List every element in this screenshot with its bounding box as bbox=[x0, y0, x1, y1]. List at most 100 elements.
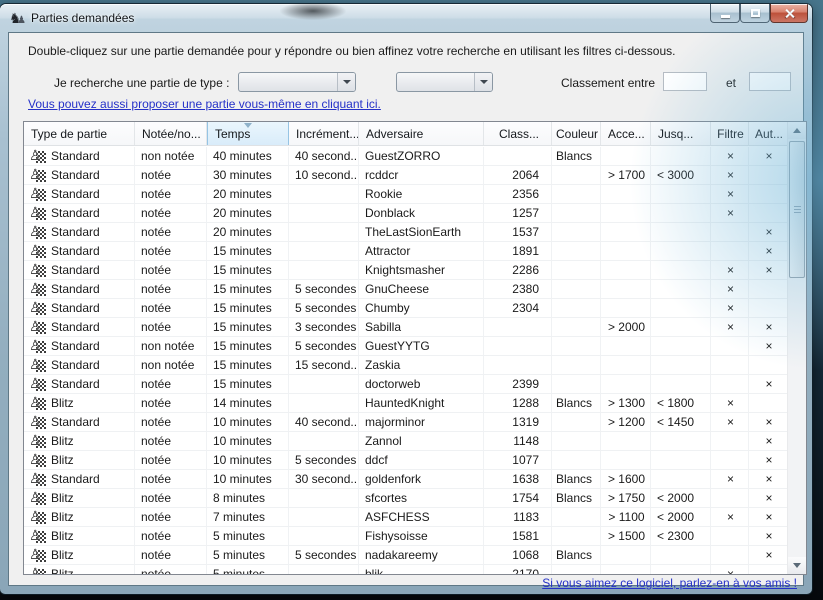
cell-type: ♙Standard bbox=[24, 280, 135, 298]
cell-opponent: sfcortes bbox=[359, 489, 484, 507]
cell-accept bbox=[601, 375, 651, 393]
column-header-until[interactable]: Jusq... bbox=[651, 122, 711, 145]
column-header-increment[interactable]: Incrément... bbox=[289, 122, 359, 145]
table-row[interactable]: ♙Standardnotée20 minutesTheLastSionEarth… bbox=[24, 223, 787, 242]
cell-accept: > 1750 bbox=[601, 489, 651, 507]
cell-filter bbox=[711, 375, 749, 393]
chess-piece-icon: ♙ bbox=[30, 339, 46, 354]
cell-until bbox=[651, 470, 711, 488]
table-row[interactable]: ♙Standardnotée15 minutesAttractor1891× bbox=[24, 242, 787, 261]
window-title: Parties demandées bbox=[31, 11, 134, 25]
cell-rating: 2380 bbox=[484, 280, 552, 298]
table-body: ♙Standardnon notée40 minutes40 second...… bbox=[24, 147, 787, 575]
cell-filter: × bbox=[711, 470, 749, 488]
cell-rating bbox=[484, 356, 552, 374]
cell-color bbox=[552, 337, 601, 355]
column-header-accept[interactable]: Acce... bbox=[601, 122, 651, 145]
table-row[interactable]: ♙Standardnotée10 minutes40 second...majo… bbox=[24, 413, 787, 432]
table-row[interactable]: ♙Standardnotée10 minutes30 second...gold… bbox=[24, 470, 787, 489]
column-header-label: Type de partie bbox=[31, 127, 107, 141]
game-type-select[interactable] bbox=[238, 72, 356, 92]
cell-rated: non notée bbox=[135, 356, 207, 374]
pawn-icon: ♙ bbox=[29, 147, 42, 163]
table-row[interactable]: ♙Standardnon notée15 minutes5 secondesGu… bbox=[24, 337, 787, 356]
table-row[interactable]: ♙Blitznotée7 minutesASFCHESS1183> 1100< … bbox=[24, 508, 787, 527]
pawn-icon: ♙ bbox=[29, 356, 42, 372]
table-row[interactable]: ♙Standardnotée15 minutes5 secondesChumby… bbox=[24, 299, 787, 318]
cell-rated: notée bbox=[135, 394, 207, 412]
cell-auto: × bbox=[749, 470, 787, 488]
cell-time: 15 minutes bbox=[207, 318, 289, 336]
table-row[interactable]: ♙Blitznotée10 minutesZannol1148× bbox=[24, 432, 787, 451]
scroll-up-button[interactable] bbox=[788, 122, 806, 139]
cell-rated: notée bbox=[135, 470, 207, 488]
table-row[interactable]: ♙Blitznotée5 minutesFishysoisse1581> 150… bbox=[24, 527, 787, 546]
chess-piece-icon: ♙ bbox=[30, 149, 46, 164]
scroll-down-button[interactable] bbox=[788, 557, 806, 574]
table-row[interactable]: ♙Standardnotée30 minutes10 second...rcdd… bbox=[24, 166, 787, 185]
column-header-time[interactable]: Temps bbox=[207, 122, 289, 145]
cell-time: 14 minutes bbox=[207, 394, 289, 412]
cell-accept: > 1700 bbox=[601, 166, 651, 184]
cell-opponent: Sabilla bbox=[359, 318, 484, 336]
propose-game-link[interactable]: Vous pouvez aussi proposer une partie vo… bbox=[28, 97, 381, 111]
chess-piece-icon: ♙ bbox=[30, 548, 46, 563]
column-header-type[interactable]: Type de partie bbox=[24, 122, 135, 145]
cell-rated: notée bbox=[135, 280, 207, 298]
game-type-value bbox=[239, 73, 337, 91]
titlebar[interactable]: ♞♟ Parties demandées bbox=[0, 4, 812, 32]
cell-filter bbox=[711, 432, 749, 450]
table-row[interactable]: ♙Standardnotée20 minutesRookie2356× bbox=[24, 185, 787, 204]
cell-rating bbox=[484, 147, 552, 165]
column-header-auto[interactable]: Aut... bbox=[749, 122, 787, 145]
cell-accept bbox=[601, 280, 651, 298]
table-row[interactable]: ♙Blitznotée8 minutessfcortes1754Blancs> … bbox=[24, 489, 787, 508]
cell-type: ♙Standard bbox=[24, 337, 135, 355]
minimize-button[interactable] bbox=[710, 4, 740, 23]
maximize-icon bbox=[751, 9, 760, 17]
cell-type: ♙Standard bbox=[24, 147, 135, 165]
game-type-text: Blitz bbox=[51, 546, 74, 564]
table-row[interactable]: ♙Standardnotée15 minutesdoctorweb2399× bbox=[24, 375, 787, 394]
column-header-opponent[interactable]: Adversaire bbox=[359, 122, 484, 145]
table-row[interactable]: ♙Standardnotée20 minutesDonblack1257× bbox=[24, 204, 787, 223]
table-row[interactable]: ♙Blitznotée10 minutes5 secondesddcf1077× bbox=[24, 451, 787, 470]
chess-piece-icon: ♙ bbox=[30, 510, 46, 525]
cell-color bbox=[552, 375, 601, 393]
cell-increment: 3 secondes bbox=[289, 318, 359, 336]
chess-knights-icon: ♞♟ bbox=[9, 10, 27, 26]
table-row[interactable]: ♙Standardnotée15 minutes3 secondesSabill… bbox=[24, 318, 787, 337]
rating-min-input[interactable] bbox=[663, 72, 707, 91]
table-row[interactable]: ♙Blitznotée14 minutesHauntedKnight1288Bl… bbox=[24, 394, 787, 413]
column-header-rating[interactable]: Class... bbox=[484, 122, 552, 145]
share-software-link[interactable]: Si vous aimez ce logiciel, parlez-en à v… bbox=[542, 576, 797, 590]
scrollbar-thumb[interactable] bbox=[789, 141, 805, 278]
table-row[interactable]: ♙Standardnon notée40 minutes40 second...… bbox=[24, 147, 787, 166]
cell-accept: > 1300 bbox=[601, 394, 651, 412]
column-header-filter[interactable]: Filtre bbox=[711, 122, 749, 145]
table-row[interactable]: ♙Standardnotée15 minutes5 secondesGnuChe… bbox=[24, 280, 787, 299]
column-header-color[interactable]: Couleur bbox=[552, 122, 601, 145]
pawn-icon: ♙ bbox=[29, 242, 42, 258]
cell-auto: × bbox=[749, 451, 787, 469]
cell-color bbox=[552, 413, 601, 431]
table-row[interactable]: ♙Blitznotée5 minutes5 secondesnadakareem… bbox=[24, 546, 787, 565]
vertical-scrollbar[interactable] bbox=[787, 122, 806, 574]
chess-piece-icon: ♙ bbox=[30, 358, 46, 373]
column-header-rated[interactable]: Notée/no... bbox=[135, 122, 207, 145]
cell-color bbox=[552, 565, 601, 575]
cell-accept: > 2000 bbox=[601, 318, 651, 336]
chevron-down-icon bbox=[480, 80, 488, 84]
table-row[interactable]: ♙Blitznotée5 minutesblik2170× bbox=[24, 565, 787, 575]
cell-until bbox=[651, 337, 711, 355]
table-row[interactable]: ♙Standardnon notée15 minutes15 second...… bbox=[24, 356, 787, 375]
rating-max-input[interactable] bbox=[749, 72, 791, 91]
table-row[interactable]: ♙Standardnotée15 minutesKnightsmasher228… bbox=[24, 261, 787, 280]
game-subtype-select[interactable] bbox=[396, 72, 493, 92]
cell-rated: notée bbox=[135, 546, 207, 564]
close-button[interactable] bbox=[770, 4, 808, 23]
cell-accept: > 1500 bbox=[601, 527, 651, 545]
maximize-button[interactable] bbox=[740, 4, 770, 23]
cell-filter: × bbox=[711, 204, 749, 222]
cell-rated: notée bbox=[135, 185, 207, 203]
